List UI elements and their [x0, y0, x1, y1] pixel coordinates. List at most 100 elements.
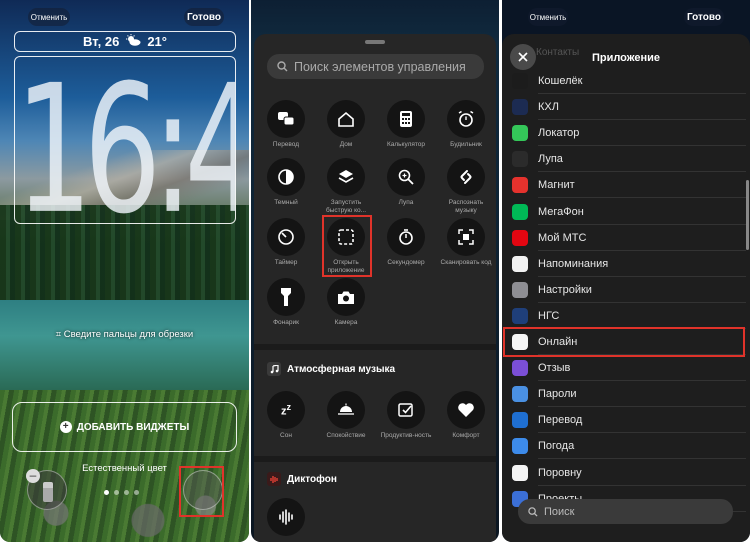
- app-label: Магнит: [538, 179, 575, 192]
- app-row[interactable]: Мой МТС: [512, 225, 746, 251]
- control-camera[interactable]: Камера: [318, 278, 374, 327]
- app-row[interactable]: Локатор: [512, 120, 746, 147]
- app-label: Мой МТС: [538, 231, 587, 244]
- app-row[interactable]: КХЛ: [512, 94, 746, 121]
- app-row[interactable]: Кошелёк: [512, 68, 746, 94]
- control-label: Таймер: [274, 259, 298, 266]
- highlight-box: [322, 215, 372, 277]
- clock-time: 16:43: [15, 56, 235, 224]
- control-qr-scan[interactable]: Сканировать код: [438, 218, 494, 267]
- control-label: Сон: [280, 432, 292, 439]
- control-label: Секундомер: [387, 259, 425, 266]
- control-magnifier[interactable]: Лупа: [378, 158, 434, 207]
- control-home[interactable]: Дом: [318, 100, 374, 149]
- control-calm[interactable]: Спокойствие: [318, 391, 374, 440]
- control-flashlight[interactable]: Фонарик: [258, 278, 314, 327]
- app-row[interactable]: Погода: [512, 433, 746, 460]
- flashlight-slot[interactable]: –: [26, 469, 67, 510]
- page-dot: [134, 490, 139, 495]
- control-comfort[interactable]: Комфорт: [438, 391, 494, 440]
- control-shazam[interactable]: Распознать музыку: [438, 158, 494, 215]
- app-icon: [512, 281, 528, 298]
- app-label: Напоминания: [538, 257, 609, 270]
- control-label: Продуктив-ность: [380, 432, 432, 439]
- add-widgets-button[interactable]: + ДОБАВИТЬ ВИДЖЕТЫ: [12, 402, 237, 452]
- magnifier-icon: [398, 169, 414, 185]
- app-label: Отзыв: [538, 362, 571, 375]
- home-icon: [338, 111, 354, 127]
- shortcut-icon: [338, 170, 354, 183]
- control-calculator[interactable]: Калькулятор: [378, 100, 434, 149]
- app-icon: [512, 99, 528, 116]
- section-ambient-music: Атмосферная музыка: [267, 362, 395, 376]
- app-label: Пароли: [538, 388, 577, 401]
- plus-icon: +: [59, 421, 72, 433]
- date-widget[interactable]: Вт, 26 21°: [14, 31, 236, 52]
- app-row[interactable]: Перевод: [512, 407, 746, 434]
- app-icon: [512, 73, 528, 89]
- app-label: Погода: [538, 440, 575, 453]
- add-widgets-label: ДОБАВИТЬ ВИДЖЕТЫ: [76, 421, 190, 433]
- cancel-button[interactable]: Отменить: [528, 8, 568, 26]
- camera-icon: [338, 291, 354, 304]
- qr-scan-icon: [458, 229, 474, 245]
- app-label: Перевод: [538, 414, 583, 427]
- crop-icon: ⌗: [55, 329, 62, 340]
- app-row[interactable]: МегаФон: [512, 199, 746, 225]
- control-stopwatch[interactable]: Секундомер: [378, 218, 434, 267]
- control-gallery-panel: Поиск элементов управления Перевод Дом К…: [251, 0, 499, 542]
- section-dictaphone: Диктофон: [267, 472, 337, 486]
- clock-widget[interactable]: 16:43: [14, 56, 236, 224]
- app-row[interactable]: Магнит: [512, 172, 746, 199]
- control-alarm[interactable]: Будильник: [438, 100, 494, 149]
- page-dots[interactable]: [104, 490, 139, 495]
- app-icon: [512, 151, 528, 168]
- productivity-icon: [398, 403, 413, 417]
- control-voice-memo[interactable]: [258, 498, 314, 536]
- search-input[interactable]: Поиск элементов управления: [267, 54, 484, 79]
- control-label: Перевод: [272, 141, 300, 148]
- grabber-handle[interactable]: [365, 40, 385, 44]
- app-row[interactable]: Пароли: [512, 381, 746, 408]
- stopwatch-icon: [399, 229, 413, 245]
- control-label: Лупа: [398, 199, 414, 206]
- control-label: Калькулятор: [386, 141, 426, 148]
- app-icon: [512, 360, 528, 377]
- control-label: Запустить быструю ко...: [325, 199, 367, 214]
- calm-icon: [338, 403, 354, 415]
- control-translate[interactable]: Перевод: [258, 100, 314, 149]
- app-search-input[interactable]: Поиск: [518, 499, 733, 524]
- app-picker-panel: Отменить Готово Контакты Приложение Коше…: [502, 0, 750, 542]
- cancel-button[interactable]: Отменить: [28, 8, 70, 26]
- app-label: НГС: [538, 309, 560, 322]
- app-row[interactable]: Напоминания: [512, 251, 746, 277]
- control-shortcut[interactable]: Запустить быструю ко...: [318, 158, 374, 215]
- temperature-label: 21°: [147, 34, 167, 49]
- control-label: Камера: [334, 319, 358, 326]
- app-row[interactable]: НГС: [512, 303, 746, 329]
- crop-hint: ⌗ Сведите пальцы для обрезки: [0, 329, 249, 340]
- control-timer[interactable]: Таймер: [258, 218, 314, 267]
- control-dark-mode[interactable]: Темный: [258, 158, 314, 207]
- app-icon: [512, 307, 528, 324]
- music-icon: [267, 362, 281, 376]
- scrollbar[interactable]: [746, 180, 749, 250]
- comfort-icon: [458, 403, 474, 417]
- control-productivity[interactable]: Продуктив-ность: [378, 391, 434, 440]
- app-row[interactable]: Отзыв: [512, 355, 746, 382]
- app-label: Настройки: [538, 283, 592, 296]
- page-dot: [124, 490, 129, 495]
- remove-icon[interactable]: –: [26, 469, 40, 483]
- app-icon: [512, 438, 528, 455]
- app-label: Локатор: [538, 127, 580, 140]
- waveform-icon: [279, 509, 293, 525]
- done-button[interactable]: Готово: [684, 8, 724, 26]
- app-row[interactable]: Поровну: [512, 460, 746, 486]
- timer-icon: [278, 229, 294, 245]
- control-sleep[interactable]: zz Сон: [258, 391, 314, 440]
- app-label: КХЛ: [538, 101, 559, 114]
- app-row[interactable]: Настройки: [512, 277, 746, 303]
- done-button[interactable]: Готово: [184, 8, 224, 26]
- app-row[interactable]: Лупа: [512, 146, 746, 173]
- weather-icon: [125, 34, 141, 49]
